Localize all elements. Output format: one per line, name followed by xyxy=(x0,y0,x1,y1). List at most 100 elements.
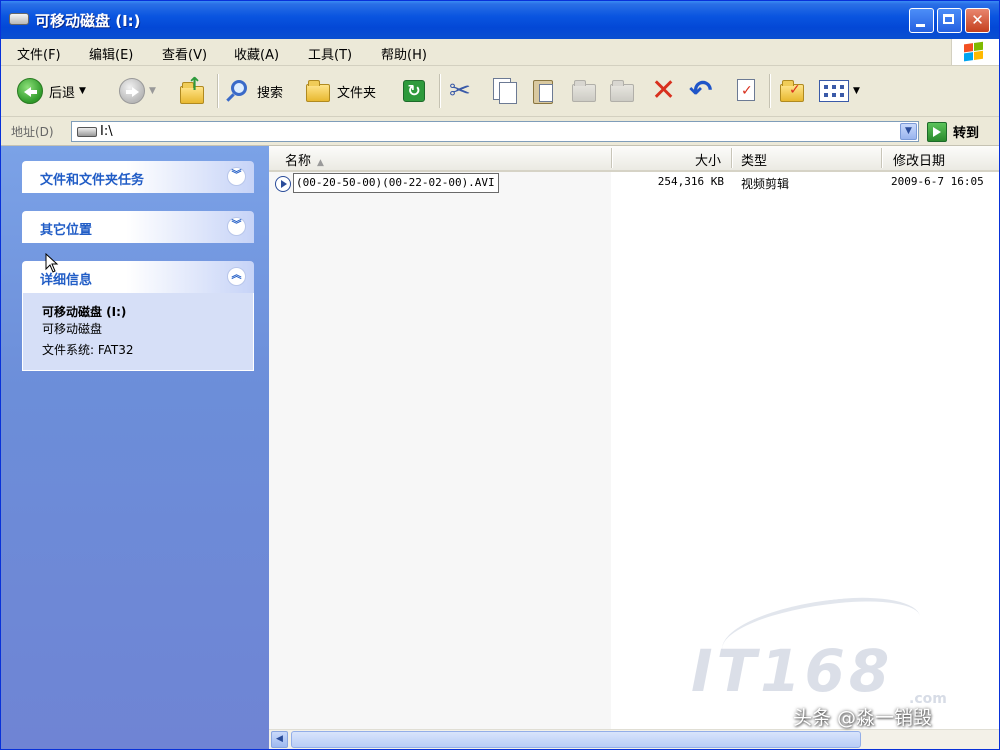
back-dropdown-icon[interactable]: ▼ xyxy=(79,86,86,96)
go-arrow-icon xyxy=(927,121,947,142)
details-filesystem: 文件系统: FAT32 xyxy=(42,343,134,357)
column-headers: 名称 ▲ 大小 类型 修改日期 xyxy=(269,146,999,172)
video-file-icon xyxy=(275,176,291,192)
menu-help[interactable]: 帮助(H) xyxy=(381,44,427,63)
address-label: 地址(D) xyxy=(11,125,54,139)
column-header-modified[interactable]: 修改日期 xyxy=(893,150,945,169)
address-dropdown-icon[interactable]: ▼ xyxy=(900,123,917,140)
menu-bar: 文件(F) 编辑(E) 查看(V) 收藏(A) 工具(T) 帮助(H) xyxy=(1,39,999,66)
file-row[interactable]: (00-20-50-00)(00-22-02-00).AVI 254,316 K… xyxy=(269,171,999,193)
scroll-left-icon[interactable]: ◀ xyxy=(271,731,288,748)
move-to-button[interactable] xyxy=(571,76,597,106)
search-button[interactable]: 搜索 xyxy=(225,76,283,106)
folders-icon xyxy=(305,78,331,104)
move-to-folder-icon xyxy=(571,78,597,104)
windows-logo xyxy=(951,39,999,65)
forward-dropdown-icon[interactable]: ▼ xyxy=(149,86,156,96)
menu-file[interactable]: 文件(F) xyxy=(17,44,61,63)
go-label: 转到 xyxy=(953,126,980,141)
undo-icon: ↶ xyxy=(689,74,713,107)
toolbar-separator xyxy=(439,74,441,108)
views-dropdown-icon[interactable]: ▼ xyxy=(853,86,860,96)
copy-button[interactable] xyxy=(491,76,517,106)
mouse-cursor-icon xyxy=(45,253,59,273)
views-grid-icon xyxy=(819,80,849,102)
explorer-window: 可移动磁盘 (I:) ✕ 文件(F) 编辑(E) 查看(V) 收藏(A) 工具(… xyxy=(0,0,1000,750)
back-label: 后退 xyxy=(49,85,76,101)
cut-button[interactable]: ✂ xyxy=(449,76,471,106)
search-icon xyxy=(225,78,251,104)
column-divider[interactable] xyxy=(881,148,883,168)
chevron-up-icon[interactable]: ︽ xyxy=(227,267,246,286)
forward-arrow-icon xyxy=(119,78,145,104)
file-type: 视频剪辑 xyxy=(741,177,790,191)
sorted-column-shade xyxy=(269,172,611,749)
column-name-label: 名称 xyxy=(285,154,312,169)
address-bar: 地址(D) I:\ ▼ 转到 xyxy=(1,117,999,146)
removable-drive-icon xyxy=(9,13,29,25)
search-label: 搜索 xyxy=(257,85,284,101)
delete-x-icon: ✕ xyxy=(651,73,677,108)
other-places-title: 其它位置 xyxy=(40,223,93,238)
sort-ascending-icon: ▲ xyxy=(317,158,324,168)
watermark-logo: IT168 xyxy=(691,637,894,705)
column-header-size[interactable]: 大小 xyxy=(695,150,721,169)
back-button[interactable]: 后退 ▼ xyxy=(17,76,86,106)
details-item-type: 可移动磁盘 xyxy=(42,322,103,336)
details-panel-body: 可移动磁盘 (I:) 可移动磁盘 文件系统: FAT32 xyxy=(22,293,254,371)
paste-button[interactable] xyxy=(531,76,557,106)
file-name[interactable]: (00-20-50-00)(00-22-02-00).AVI xyxy=(293,173,499,193)
copy-to-button[interactable] xyxy=(609,76,635,106)
close-button[interactable]: ✕ xyxy=(965,8,990,33)
go-button[interactable]: 转到 xyxy=(927,121,979,142)
copy-to-folder-icon xyxy=(609,78,635,104)
maximize-button[interactable] xyxy=(937,8,962,33)
minimize-button[interactable] xyxy=(909,8,934,33)
address-input[interactable]: I:\ ▼ xyxy=(71,121,919,142)
windows-flag-icon xyxy=(964,41,984,63)
sync-button[interactable]: ↻ xyxy=(403,76,425,106)
undo-button[interactable]: ↶ xyxy=(689,76,712,106)
toolbar: 后退 ▼ ▼ ↑ 搜索 文件夹 ↻ ✂ ✕ ↶ ✓ ✓ ▼ xyxy=(1,66,999,117)
menu-view[interactable]: 查看(V) xyxy=(162,44,207,63)
views-button[interactable]: ▼ xyxy=(819,76,860,106)
file-size: 254,316 KB xyxy=(657,175,724,188)
folder-options-button[interactable]: ✓ xyxy=(779,76,805,106)
forward-button[interactable]: ▼ xyxy=(119,76,156,106)
properties-icon: ✓ xyxy=(733,78,759,104)
back-arrow-icon xyxy=(17,78,43,104)
address-value: I:\ xyxy=(100,124,113,139)
folder-options-icon: ✓ xyxy=(779,78,805,104)
watermark-credit: 头条 @淼一销毁 xyxy=(793,707,933,729)
chevron-down-icon[interactable]: ︾ xyxy=(227,217,246,236)
menu-tools[interactable]: 工具(T) xyxy=(308,44,352,63)
maximize-icon xyxy=(943,14,954,24)
menu-edit[interactable]: 编辑(E) xyxy=(89,44,133,63)
toolbar-separator xyxy=(217,74,219,108)
scroll-thumb[interactable] xyxy=(291,731,861,748)
toolbar-separator xyxy=(769,74,771,108)
column-divider[interactable] xyxy=(611,148,613,168)
column-header-type[interactable]: 类型 xyxy=(741,150,767,169)
up-button[interactable]: ↑ xyxy=(179,76,205,106)
copy-icon xyxy=(491,78,517,104)
horizontal-scrollbar[interactable]: ◀ xyxy=(269,729,999,749)
file-tasks-panel-header[interactable]: 文件和文件夹任务 ︾ xyxy=(22,161,254,193)
delete-button[interactable]: ✕ xyxy=(651,76,676,106)
title-bar[interactable]: 可移动磁盘 (I:) ✕ xyxy=(1,1,999,39)
refresh-icon: ↻ xyxy=(403,80,425,102)
minimize-icon xyxy=(916,24,925,27)
window-title: 可移动磁盘 (I:) xyxy=(35,12,141,30)
other-places-panel-header[interactable]: 其它位置 ︾ xyxy=(22,211,254,243)
menu-favorites[interactable]: 收藏(A) xyxy=(234,44,279,63)
column-header-name[interactable]: 名称 ▲ xyxy=(285,150,324,169)
column-divider[interactable] xyxy=(731,148,733,168)
properties-button[interactable]: ✓ xyxy=(733,76,759,106)
scissors-icon: ✂ xyxy=(449,76,471,106)
clipboard-icon xyxy=(531,78,557,104)
chevron-down-icon[interactable]: ︾ xyxy=(227,167,246,186)
file-tasks-title: 文件和文件夹任务 xyxy=(40,173,145,188)
folders-button[interactable]: 文件夹 xyxy=(305,76,376,106)
drive-icon xyxy=(77,127,97,137)
details-item-name: 可移动磁盘 (I:) xyxy=(42,305,127,319)
